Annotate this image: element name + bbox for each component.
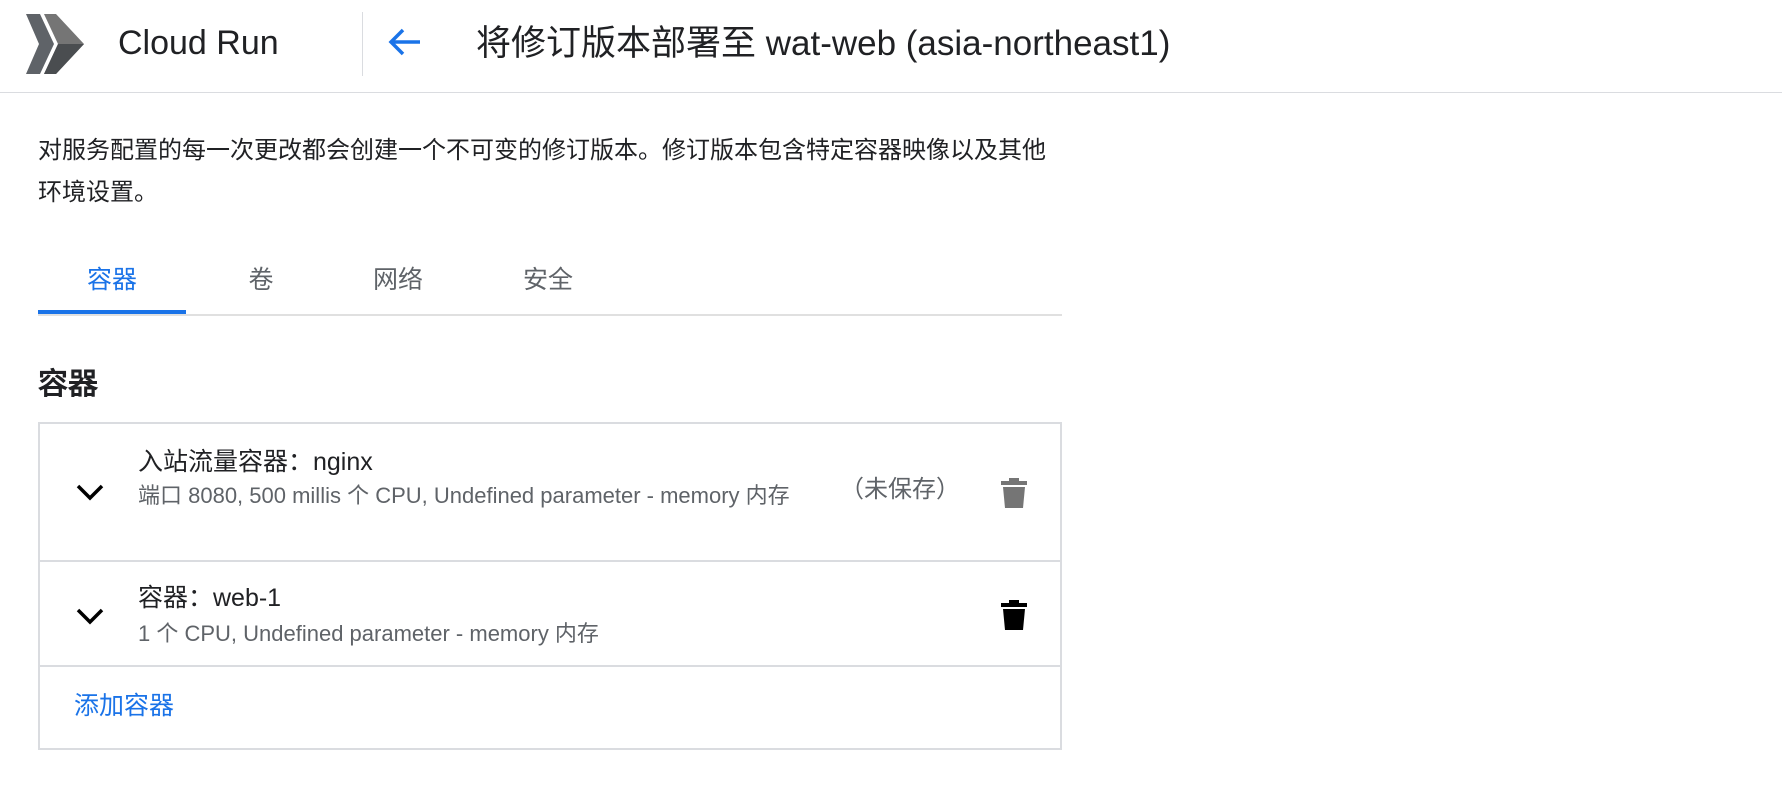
container-details: 1 个 CPU, Undefined parameter - memory 内存 (138, 621, 599, 646)
tab-networking[interactable]: 网络 (338, 248, 458, 314)
cloud-run-logo (26, 14, 84, 74)
chevron-down-icon (76, 608, 104, 625)
container-row-nginx[interactable]: 入站流量容器：nginx 端口 8080, 500 millis 个 CPU, … (40, 424, 1060, 562)
back-button[interactable] (380, 18, 428, 66)
section-heading: 容器 (38, 368, 98, 401)
tab-bar: 容器 卷 网络 安全 (38, 248, 1062, 316)
container-list: 入站流量容器：nginx 端口 8080, 500 millis 个 CPU, … (38, 422, 1062, 750)
container-details: 端口 8080, 500 millis 个 CPU, Undefined par… (138, 483, 790, 508)
chevron-down-icon (76, 484, 104, 501)
container-title: 容器：web-1 (138, 584, 282, 612)
page-title: 将修订版本部署至 wat-web (asia-northeast1) (476, 24, 1171, 63)
delete-container-button[interactable] (998, 597, 1030, 633)
trash-icon (1001, 600, 1027, 630)
arrow-back-icon (388, 28, 420, 56)
tab-security[interactable]: 安全 (488, 248, 608, 314)
page-description: 对服务配置的每一次更改都会创建一个不可变的修订版本。修订版本包含特定容器映像以及… (38, 137, 1046, 206)
unsaved-status: （未保存） (840, 476, 960, 503)
add-container-button[interactable]: 添加容器 (74, 690, 174, 722)
container-title: 入站流量容器：nginx (138, 448, 373, 476)
expand-button[interactable] (72, 598, 108, 634)
container-row-web-1[interactable]: 容器：web-1 1 个 CPU, Undefined parameter - … (40, 562, 1060, 667)
expand-button[interactable] (72, 474, 108, 510)
active-tab-indicator (38, 310, 186, 314)
tab-containers[interactable]: 容器 (38, 248, 186, 314)
trash-icon (1001, 478, 1027, 508)
header-divider (362, 12, 363, 76)
tab-volumes[interactable]: 卷 (216, 248, 306, 314)
delete-container-button[interactable] (998, 475, 1030, 511)
top-bar: Cloud Run 将修订版本部署至 wat-web (asia-northea… (0, 0, 1782, 93)
product-name: Cloud Run (118, 24, 279, 62)
